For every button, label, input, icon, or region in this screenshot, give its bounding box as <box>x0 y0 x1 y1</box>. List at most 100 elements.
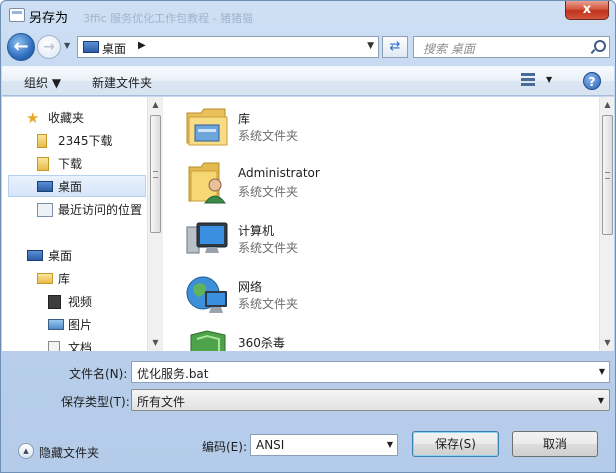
nav-item-label: 最近访问的位置 <box>58 203 143 217</box>
file-list: 库 系统文件夹 Administrator 系统文件夹 计算机 系统文件夹 网络… <box>163 97 598 351</box>
search-icon[interactable] <box>592 40 606 54</box>
file-type: 系统文件夹 <box>238 185 299 199</box>
forward-button[interactable]: → <box>37 35 61 59</box>
collapse-up-icon[interactable]: ▲ <box>18 443 34 459</box>
filename-dropdown-arrow-icon[interactable]: ▼ <box>599 367 605 376</box>
forward-arrow-icon: → <box>43 39 55 55</box>
file-item-library[interactable]: 库 系统文件夹 <box>185 103 485 153</box>
recent-pages-dropdown[interactable]: ▼ <box>64 41 70 50</box>
nav-item-downloads[interactable]: 下载 <box>2 153 147 175</box>
nav-item-videos[interactable]: 视频 <box>2 291 147 313</box>
search-input[interactable]: 搜索 桌面 <box>413 36 610 58</box>
documents-icon <box>48 341 60 351</box>
file-item-computer[interactable]: 计算机 系统文件夹 <box>185 215 485 265</box>
nav-item-label: 库 <box>58 272 71 286</box>
nav-item-library[interactable]: 库 <box>2 268 147 290</box>
desktop-icon <box>27 250 43 261</box>
filetype-label: 保存类型(T): <box>61 395 130 409</box>
encoding-value: ANSI <box>256 438 285 452</box>
nav-item-desktop-root[interactable]: 桌面 <box>2 245 147 267</box>
nav-item-label: 收藏夹 <box>48 111 85 125</box>
nav-item-label: 桌面 <box>48 249 73 263</box>
view-options-icon[interactable] <box>521 73 539 89</box>
background-window-title: 3ffic 服务优化工作包教程 - 猪猪猫 <box>83 12 254 25</box>
navigation-bar: ← → ▼ 桌面 ▶ ▼ ⇄ 搜索 桌面 <box>1 31 615 63</box>
library-icon <box>37 273 53 284</box>
refresh-icon: ⇄ <box>389 39 401 54</box>
encoding-label: 编码(E): <box>202 440 247 454</box>
file-item-network[interactable]: 网络 系统文件夹 <box>185 271 485 321</box>
address-bar[interactable]: 桌面 ▶ ▼ <box>77 36 379 58</box>
hide-folders-button[interactable]: 隐藏文件夹 <box>39 444 99 461</box>
filetype-select[interactable]: 所有文件 ▼ <box>131 389 610 411</box>
file-item-360-antivirus[interactable]: 360杀毒 <box>185 327 485 351</box>
file-type: 系统文件夹 <box>238 241 299 255</box>
nav-item-pictures[interactable]: 图片 <box>2 314 147 336</box>
scroll-down-arrow-icon[interactable]: ▼ <box>600 335 615 351</box>
file-item-administrator[interactable]: Administrator 系统文件夹 <box>185 159 485 209</box>
search-placeholder: 搜索 桌面 <box>423 42 475 56</box>
command-bar: 组织 ▼ 新建文件夹 ▼ ? <box>2 66 614 96</box>
back-arrow-icon: ← <box>13 36 29 57</box>
network-icon <box>186 276 227 313</box>
close-button[interactable]: x <box>565 1 609 20</box>
organize-menu[interactable]: 组织 ▼ <box>24 74 61 91</box>
nav-item-favorites[interactable]: ★ 收藏夹 <box>2 107 147 129</box>
help-icon[interactable]: ? <box>583 72 601 90</box>
file-name: 网络 <box>238 280 263 294</box>
antivirus-shield-icon <box>190 330 226 351</box>
nav-item-label: 视频 <box>68 295 93 309</box>
view-options-dropdown[interactable]: ▼ <box>546 75 552 84</box>
desktop-icon <box>37 181 53 192</box>
scroll-up-arrow-icon[interactable]: ▲ <box>148 97 163 113</box>
filetype-value: 所有文件 <box>137 395 186 409</box>
filename-field[interactable]: 优化服务.bat ▼ <box>131 361 610 383</box>
scroll-down-arrow-icon[interactable]: ▼ <box>148 335 163 351</box>
nav-item-2345-downloads[interactable]: 2345下载 <box>2 130 147 152</box>
filename-value[interactable]: 优化服务.bat <box>137 365 209 382</box>
scroll-thumb[interactable] <box>602 115 613 235</box>
file-name: 库 <box>238 112 251 126</box>
address-dropdown[interactable]: ▼ <box>367 41 374 51</box>
nav-item-label: 文档 <box>68 341 93 351</box>
download-folder-icon <box>37 157 49 171</box>
nav-item-label: 桌面 <box>58 180 83 194</box>
nav-item-documents[interactable]: 文档 <box>2 337 147 351</box>
cancel-button[interactable]: 取消 <box>512 431 598 457</box>
filename-label: 文件名(N): <box>69 367 128 381</box>
nav-item-recent-places[interactable]: 最近访问的位置 <box>2 199 147 221</box>
nav-item-label: 2345下载 <box>58 134 113 148</box>
file-name: 计算机 <box>238 224 275 238</box>
browser-area: ★ 收藏夹 2345下载 下载 桌面 最近访问的位置 桌面 库 视频 图片 文档… <box>2 97 614 351</box>
new-folder-button[interactable]: 新建文件夹 <box>92 74 152 91</box>
refresh-button[interactable]: ⇄ <box>382 36 408 58</box>
file-type: 系统文件夹 <box>238 129 299 143</box>
file-name: 360杀毒 <box>238 336 285 350</box>
file-list-scrollbar[interactable]: ▲ ▼ <box>599 97 614 351</box>
address-crumb[interactable]: 桌面 <box>102 40 126 57</box>
star-icon: ★ <box>26 109 40 127</box>
breadcrumb-chevron-icon[interactable]: ▶ <box>138 40 146 51</box>
window-icon <box>9 8 25 22</box>
desktop-icon <box>83 41 99 53</box>
folder-icon <box>37 134 47 148</box>
back-button[interactable]: ← <box>7 33 35 61</box>
title-bar[interactable]: 另存为 3ffic 服务优化工作包教程 - 猪猪猫 x <box>1 1 615 31</box>
navigation-pane: ★ 收藏夹 2345下载 下载 桌面 最近访问的位置 桌面 库 视频 图片 文档… <box>2 97 163 351</box>
save-button[interactable]: 保存(S) <box>412 431 499 457</box>
nav-item-label: 图片 <box>68 318 93 332</box>
encoding-select[interactable]: ANSI ▼ <box>250 434 398 456</box>
recent-places-icon <box>37 203 53 217</box>
scroll-up-arrow-icon[interactable]: ▲ <box>600 97 615 113</box>
nav-pane-scrollbar[interactable]: ▲ ▼ <box>147 97 163 351</box>
chevron-down-icon: ▼ <box>597 396 604 405</box>
scroll-thumb[interactable] <box>150 115 161 233</box>
library-folder-icon <box>186 108 228 146</box>
nav-item-label: 下载 <box>58 157 83 171</box>
pictures-icon <box>48 319 64 330</box>
computer-icon <box>186 222 228 254</box>
chevron-down-icon: ▼ <box>386 440 393 449</box>
video-icon <box>48 295 61 309</box>
nav-item-desktop-selected[interactable]: 桌面 <box>8 175 146 197</box>
file-name: Administrator <box>238 166 320 180</box>
